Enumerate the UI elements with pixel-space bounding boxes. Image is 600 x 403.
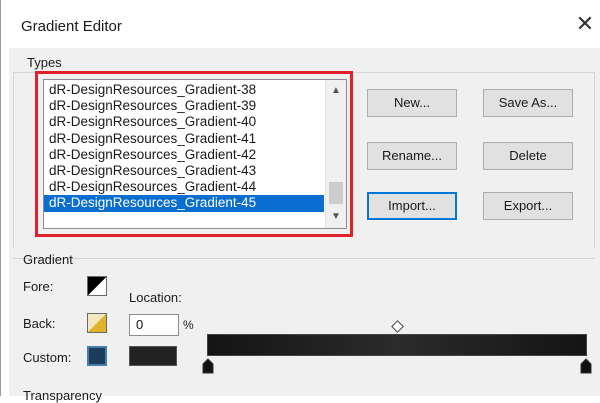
gradient-label: Gradient	[23, 252, 73, 267]
scroll-up-arrow-icon[interactable]: ▲	[326, 82, 346, 100]
gradient-editor-dialog: Gradient Editor ✕ Types dR-DesignResourc…	[0, 0, 600, 403]
list-item[interactable]: dR-DesignResources_Gradient-41	[44, 131, 324, 147]
back-color-swatch-icon[interactable]	[87, 313, 107, 333]
list-item[interactable]: dR-DesignResources_Gradient-44	[44, 179, 324, 195]
custom-color-swatch-icon[interactable]	[87, 346, 107, 366]
scroll-down-arrow-icon[interactable]: ▼	[326, 208, 346, 226]
close-icon[interactable]: ✕	[573, 12, 597, 36]
list-item[interactable]: dR-DesignResources_Gradient-42	[44, 147, 324, 163]
title-bar: Gradient Editor ✕	[1, 0, 600, 50]
list-scrollbar[interactable]: ▲ ▼	[325, 80, 346, 228]
fore-color-swatch-icon[interactable]	[87, 276, 107, 296]
window-title: Gradient Editor	[21, 18, 122, 35]
rename-button[interactable]: Rename...	[367, 142, 457, 170]
custom-color-box[interactable]	[129, 346, 177, 366]
fore-label: Fore:	[23, 279, 54, 294]
save-as-button[interactable]: Save As...	[483, 89, 573, 117]
gradient-preview-bar[interactable]	[207, 334, 587, 356]
types-label: Types	[27, 55, 62, 70]
location-label: Location:	[129, 290, 182, 305]
list-item[interactable]: dR-DesignResources_Gradient-40	[44, 114, 324, 130]
export-button[interactable]: Export...	[483, 192, 573, 220]
location-input[interactable]: 0	[129, 314, 179, 336]
scrollbar-thumb[interactable]	[329, 182, 343, 204]
custom-label: Custom:	[23, 350, 72, 365]
list-item[interactable]: dR-DesignResources_Gradient-38	[44, 82, 324, 98]
import-button[interactable]: Import...	[367, 192, 457, 220]
list-item[interactable]: dR-DesignResources_Gradient-45	[44, 195, 324, 212]
list-items: dR-DesignResources_Gradient-38 dR-DesignR…	[44, 82, 324, 212]
left-color-stop-icon[interactable]	[201, 358, 215, 374]
gradient-types-list[interactable]: dR-DesignResources_Gradient-38 dR-DesignR…	[43, 79, 347, 229]
percent-sign: %	[183, 318, 194, 332]
new-button[interactable]: New...	[367, 89, 457, 117]
right-color-stop-icon[interactable]	[579, 358, 593, 374]
back-label: Back:	[23, 316, 56, 331]
list-item[interactable]: dR-DesignResources_Gradient-39	[44, 98, 324, 114]
delete-button[interactable]: Delete	[483, 142, 573, 170]
list-item[interactable]: dR-DesignResources_Gradient-43	[44, 163, 324, 179]
